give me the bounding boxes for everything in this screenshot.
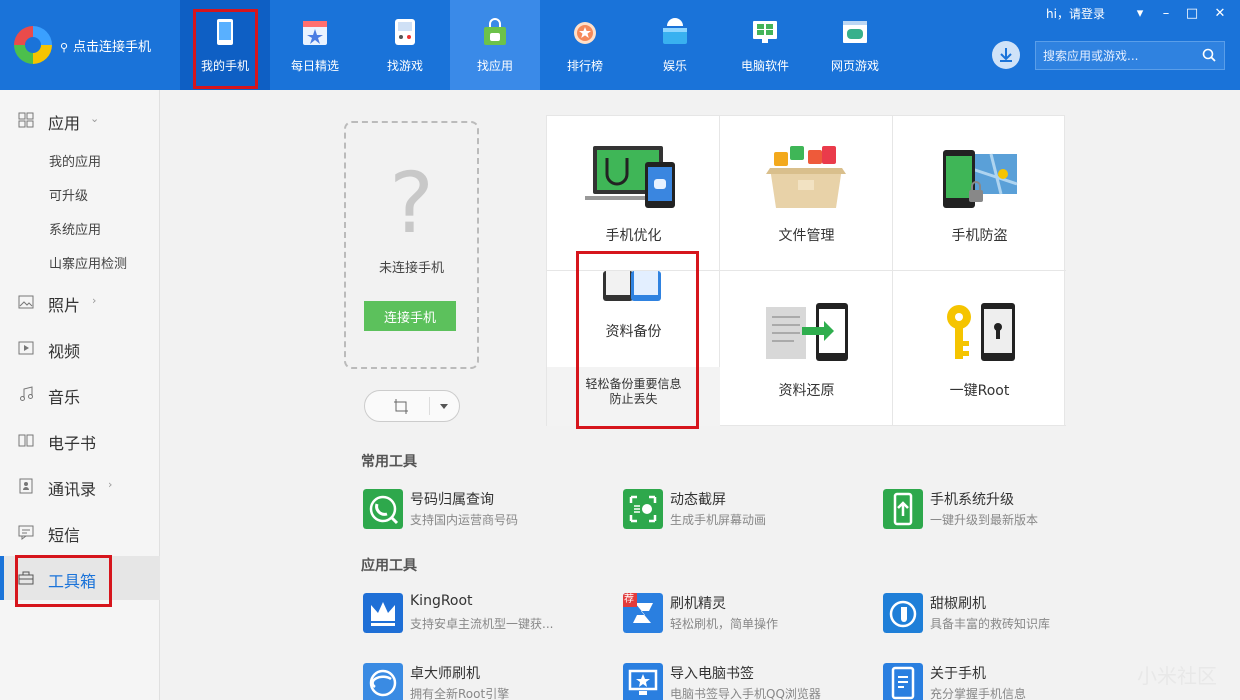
bookmark-monitor-icon bbox=[623, 663, 663, 700]
download-button[interactable] bbox=[992, 41, 1020, 69]
sidebar-item-contacts[interactable]: 通讯录 › bbox=[0, 464, 160, 508]
toolbox-icon bbox=[18, 571, 34, 585]
tool-file-manager[interactable]: 文件管理 bbox=[720, 116, 893, 271]
chevron-down-icon: ⌄ bbox=[90, 112, 100, 125]
tool-system-upgrade[interactable]: 手机系统升级 一键升级到最新版本 bbox=[883, 489, 1123, 539]
divider bbox=[429, 397, 430, 415]
screenshot-icon bbox=[394, 399, 408, 414]
close-icon[interactable]: ✕ bbox=[1212, 6, 1228, 22]
tool-grid: 手机优化 文件管理 手机防盗 资料备份 轻松备份重要信息 防止丢失 资料还原 一… bbox=[546, 115, 1066, 426]
phone-icon bbox=[217, 19, 233, 45]
tool-zhuodashi-flash[interactable]: 卓大师刷机 拥有全新Root引擎 bbox=[363, 663, 603, 700]
contacts-icon bbox=[19, 478, 33, 494]
phone-info-icon bbox=[883, 663, 923, 700]
watermark: 小米社区 bbox=[1137, 664, 1217, 688]
medal-icon bbox=[574, 22, 596, 44]
phone-placeholder-card: ? 未连接手机 连接手机 bbox=[344, 121, 479, 369]
not-connected-label: 未连接手机 bbox=[378, 261, 444, 276]
tool-phone-optimize[interactable]: 手机优化 bbox=[547, 116, 720, 271]
message-icon bbox=[18, 525, 34, 540]
sidebar-item-music[interactable]: 音乐 bbox=[0, 372, 160, 416]
menu-dropdown-icon[interactable]: ▾ bbox=[1132, 6, 1148, 22]
grid-icon bbox=[18, 112, 34, 128]
question-mark-icon: ? bbox=[389, 154, 434, 252]
laptop-stethoscope-icon bbox=[585, 146, 675, 208]
maximize-icon[interactable]: □ bbox=[1184, 6, 1200, 22]
tab-pc-software[interactable]: 电脑软件 bbox=[720, 0, 810, 90]
browser-gamepad-icon bbox=[843, 21, 867, 43]
zhuodashi-icon bbox=[363, 663, 403, 700]
screenshot-button[interactable] bbox=[364, 390, 460, 422]
main-nav: 我的手机 每日精选 找游戏 找应用 排行榜 娱乐 电脑软件 网页游戏 bbox=[180, 0, 900, 90]
shopping-bag-android-icon bbox=[484, 18, 506, 45]
sidebar-item-sms[interactable]: 短信 bbox=[0, 510, 160, 554]
phone-map-lock-icon bbox=[943, 150, 1018, 208]
tab-web-games[interactable]: 网页游戏 bbox=[810, 0, 900, 90]
pepper-refresh-icon bbox=[883, 593, 923, 633]
login-link[interactable]: hi，请登录 bbox=[1046, 5, 1105, 22]
caret-down-icon[interactable] bbox=[439, 403, 449, 411]
sidebar-item-photos[interactable]: 照片 › bbox=[0, 280, 160, 324]
tab-rankings[interactable]: 排行榜 bbox=[540, 0, 630, 90]
tool-number-lookup[interactable]: 号码归属查询 支持国内运营商号码 bbox=[363, 489, 603, 539]
app-tools-title: 应用工具 bbox=[361, 558, 417, 574]
download-icon bbox=[1000, 48, 1012, 62]
sidebar: 应用 ⌄ 我的应用 可升级 系统应用 山寨应用检测 照片 › 视频 音乐 电子书… bbox=[0, 90, 160, 700]
image-icon bbox=[18, 295, 34, 309]
monitor-windows-icon bbox=[753, 21, 777, 43]
search-box bbox=[1035, 41, 1225, 70]
sidebar-sub-my-apps[interactable]: 我的应用 bbox=[49, 151, 101, 170]
search-icon[interactable] bbox=[1202, 48, 1216, 62]
music-note-icon bbox=[20, 386, 33, 401]
chevron-right-icon: › bbox=[108, 478, 113, 491]
sidebar-sub-upgradable[interactable]: 可升级 bbox=[49, 185, 88, 204]
minimize-icon[interactable]: – bbox=[1158, 6, 1174, 22]
plug-icon: ⚲ bbox=[60, 41, 69, 54]
tool-tianjiao-flash[interactable]: 甜椒刷机 具备丰富的救砖知识库 bbox=[883, 593, 1123, 643]
sidebar-item-toolbox[interactable]: 工具箱 bbox=[0, 556, 160, 600]
sidebar-sub-fake-app-check[interactable]: 山寨应用检测 bbox=[49, 253, 127, 272]
app-logo-icon bbox=[14, 26, 52, 64]
gamepad-icon bbox=[395, 19, 415, 45]
tab-apps[interactable]: 找应用 bbox=[450, 0, 540, 90]
tab-daily-picks[interactable]: 每日精选 bbox=[270, 0, 360, 90]
tool-about-phone[interactable]: 关于手机 充分掌握手机信息 bbox=[883, 663, 1123, 700]
key-phone-icon bbox=[947, 303, 1015, 361]
search-input[interactable] bbox=[1036, 42, 1196, 69]
top-bar: ⚲ 点击连接手机 我的手机 每日精选 找游戏 找应用 排行榜 娱乐 电脑软件 网… bbox=[0, 0, 1240, 90]
common-tools-title: 常用工具 bbox=[361, 454, 417, 470]
chevron-right-icon: › bbox=[92, 294, 97, 307]
tool-data-backup[interactable]: 资料备份 轻松备份重要信息 防止丢失 bbox=[547, 271, 720, 426]
book-icon bbox=[18, 434, 34, 447]
animated-screenshot-icon bbox=[623, 489, 663, 529]
tab-my-phone[interactable]: 我的手机 bbox=[180, 0, 270, 90]
entertainment-box-icon bbox=[663, 18, 687, 44]
backup-hover-tip: 轻松备份重要信息 防止丢失 bbox=[547, 367, 720, 426]
tab-games[interactable]: 找游戏 bbox=[360, 0, 450, 90]
restore-document-icon bbox=[766, 303, 848, 361]
tool-data-restore[interactable]: 资料还原 bbox=[720, 271, 893, 426]
tool-anti-theft[interactable]: 手机防盗 bbox=[893, 116, 1066, 271]
tool-import-bookmarks[interactable]: 导入电脑书签 电脑书签导入手机QQ浏览器 bbox=[623, 663, 863, 700]
sidebar-item-video[interactable]: 视频 bbox=[0, 326, 160, 370]
tool-one-click-root[interactable]: 一键Root bbox=[893, 271, 1066, 426]
phone-upgrade-icon bbox=[883, 489, 923, 529]
sidebar-item-ebook[interactable]: 电子书 bbox=[0, 418, 160, 462]
crown-icon bbox=[363, 593, 403, 633]
tool-flash-wizard[interactable]: 荐 刷机精灵 轻松刷机，简单操作 bbox=[623, 593, 863, 643]
sidebar-item-apps[interactable]: 应用 ⌄ bbox=[0, 98, 160, 142]
video-icon bbox=[18, 341, 34, 355]
recommended-badge: 荐 bbox=[624, 594, 634, 605]
file-box-icon bbox=[766, 146, 846, 208]
phone-search-icon bbox=[363, 489, 403, 529]
connect-phone-link[interactable]: ⚲ 点击连接手机 bbox=[60, 36, 151, 55]
tool-kingroot[interactable]: KingRoot 支持安卓主流机型一键获... bbox=[363, 593, 603, 643]
backup-phones-icon bbox=[603, 271, 661, 301]
tab-entertainment[interactable]: 娱乐 bbox=[630, 0, 720, 90]
calendar-star-icon bbox=[303, 21, 327, 45]
tool-animated-screenshot[interactable]: 动态截屏 生成手机屏幕动画 bbox=[623, 489, 863, 539]
sidebar-sub-system-apps[interactable]: 系统应用 bbox=[49, 219, 101, 238]
connect-phone-button[interactable]: 连接手机 bbox=[364, 301, 456, 331]
